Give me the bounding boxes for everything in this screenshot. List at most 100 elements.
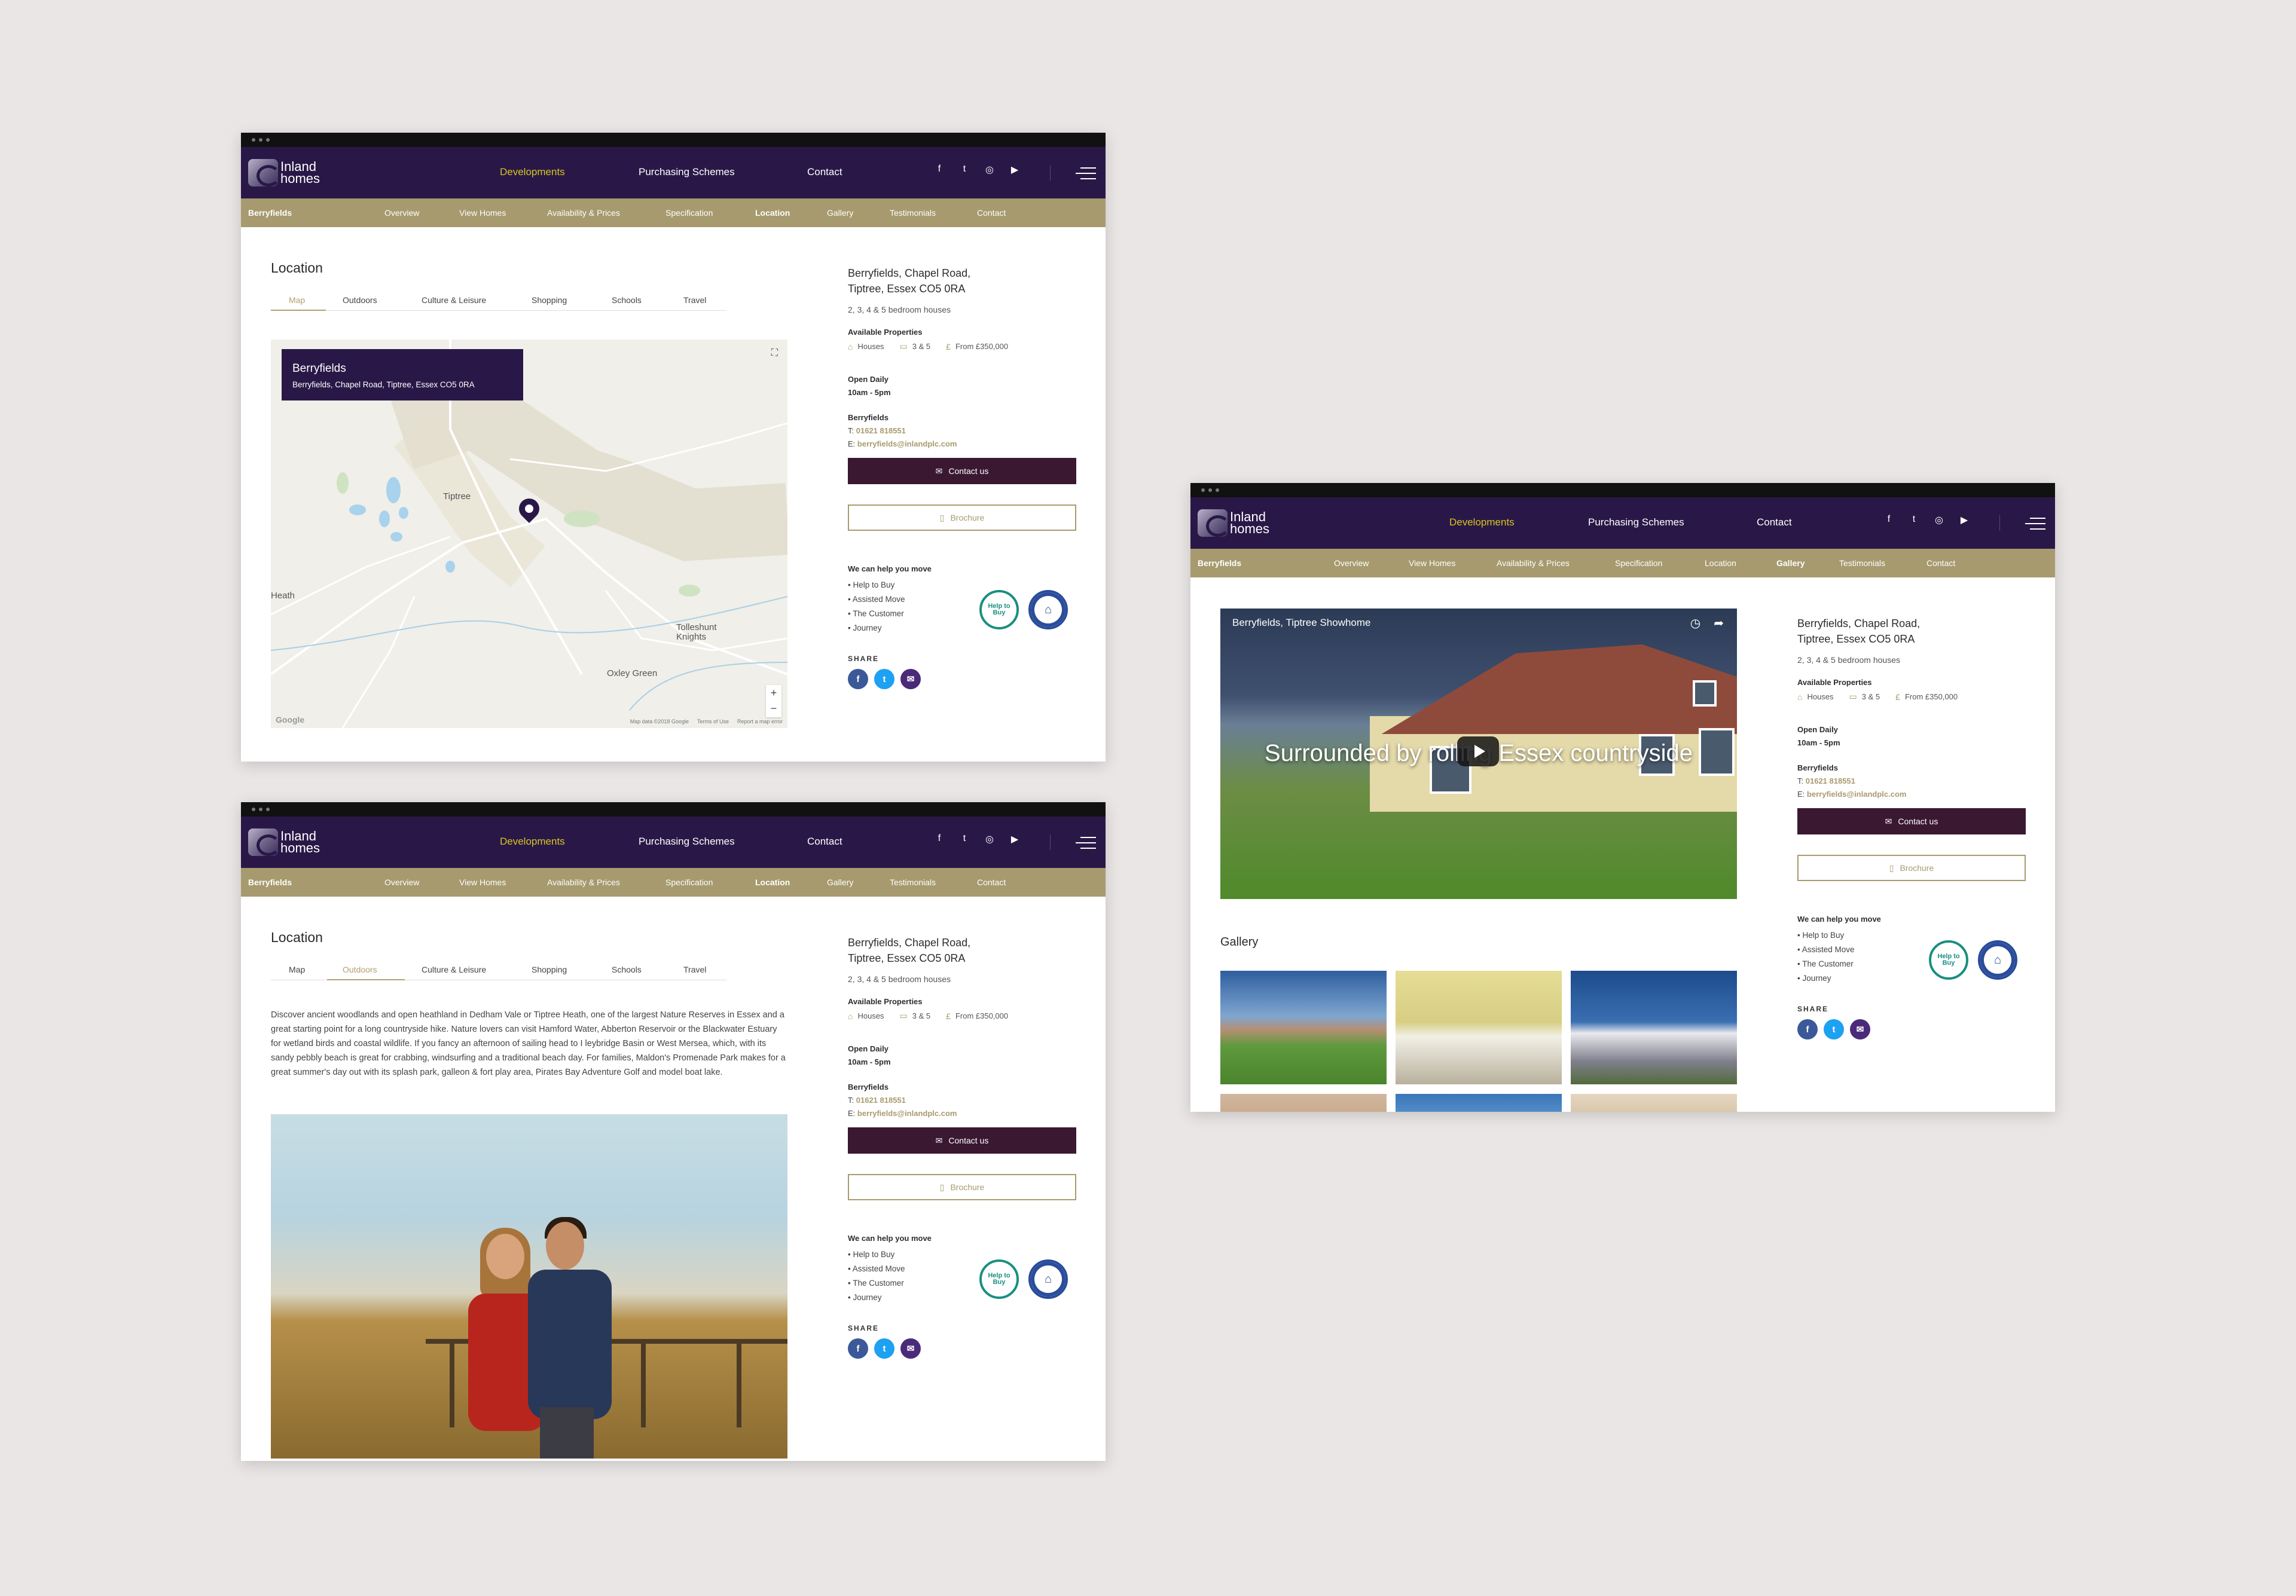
email-link[interactable]: berryfields@inlandplc.com <box>857 1109 957 1118</box>
nav-contact[interactable]: Contact <box>807 166 842 178</box>
subnav-contact[interactable]: Contact <box>977 878 1006 887</box>
tab-schools[interactable]: Schools <box>612 965 642 974</box>
subnav-testimonials[interactable]: Testimonials <box>1839 558 1885 568</box>
nav-purchasing-schemes[interactable]: Purchasing Schemes <box>639 166 735 178</box>
tab-outdoors[interactable]: Outdoors <box>343 965 377 974</box>
tab-shopping[interactable]: Shopping <box>532 965 567 974</box>
youtube-icon[interactable]: ▶ <box>1009 164 1021 176</box>
menu-icon[interactable] <box>1076 837 1096 850</box>
share-facebook-icon[interactable]: f <box>1797 1019 1818 1039</box>
phone-link[interactable]: 01621 818551 <box>856 1096 906 1105</box>
facebook-icon[interactable]: f <box>1883 514 1895 526</box>
gallery-thumb[interactable] <box>1220 1094 1387 1112</box>
facebook-icon[interactable]: f <box>933 164 945 176</box>
contact-us-button[interactable]: ✉ Contact us <box>1797 808 2026 834</box>
tab-map[interactable]: Map <box>289 965 305 974</box>
fullscreen-icon[interactable]: ⛶ <box>771 348 778 359</box>
tab-map[interactable]: Map <box>289 295 305 305</box>
zoom-in-button[interactable]: + <box>766 685 781 701</box>
subnav-gallery[interactable]: Gallery <box>1776 558 1805 568</box>
nav-contact[interactable]: Contact <box>807 836 842 848</box>
subnav-gallery[interactable]: Gallery <box>827 208 853 218</box>
subnav-location[interactable]: Location <box>755 208 790 218</box>
inland-homes-logo[interactable]: Inland homes <box>248 828 332 856</box>
nav-contact[interactable]: Contact <box>1757 516 1792 528</box>
play-icon[interactable] <box>1457 736 1499 766</box>
subnav-overview[interactable]: Overview <box>1334 558 1369 568</box>
gallery-thumb[interactable] <box>1396 1094 1562 1112</box>
help-item[interactable]: Assisted Move <box>848 1262 905 1276</box>
contact-us-button[interactable]: ✉ Contact us <box>848 458 1076 484</box>
subnav-testimonials[interactable]: Testimonials <box>890 208 936 218</box>
subnav-view-homes[interactable]: View Homes <box>459 208 506 218</box>
help-item[interactable]: The Customer <box>848 1276 905 1291</box>
twitter-icon[interactable]: t <box>958 164 970 176</box>
share-facebook-icon[interactable]: f <box>848 669 868 689</box>
nav-developments[interactable]: Developments <box>500 166 565 178</box>
phone-link[interactable]: 01621 818551 <box>1806 776 1855 785</box>
subnav-specification[interactable]: Specification <box>665 878 713 887</box>
share-arrow-icon[interactable]: ➦ <box>1714 616 1724 631</box>
facebook-icon[interactable]: f <box>933 833 945 845</box>
phone-link[interactable]: 01621 818551 <box>856 426 906 435</box>
help-item[interactable]: Assisted Move <box>848 592 905 607</box>
subnav-specification[interactable]: Specification <box>665 208 713 218</box>
twitter-icon[interactable]: t <box>1908 514 1920 526</box>
zoom-out-button[interactable]: − <box>766 701 781 716</box>
subnav-overview[interactable]: Overview <box>384 208 419 218</box>
subnav-gallery[interactable]: Gallery <box>827 878 853 887</box>
share-facebook-icon[interactable]: f <box>848 1338 868 1359</box>
subnav-view-homes[interactable]: View Homes <box>459 878 506 887</box>
showhome-video[interactable]: Berryfields, Tiptree Showhome ◷ ➦ Surrou… <box>1220 609 1737 899</box>
menu-icon[interactable] <box>2025 518 2045 531</box>
subnav-location[interactable]: Location <box>755 878 790 887</box>
subnav-availability[interactable]: Availability & Prices <box>547 208 620 218</box>
subnav-availability[interactable]: Availability & Prices <box>547 878 620 887</box>
share-email-icon[interactable]: ✉ <box>900 669 921 689</box>
nav-purchasing-schemes[interactable]: Purchasing Schemes <box>639 836 735 848</box>
gallery-thumb[interactable] <box>1396 971 1562 1084</box>
help-item[interactable]: Help to Buy <box>848 1248 905 1262</box>
map-terms-link[interactable]: Terms of Use <box>697 718 729 724</box>
instagram-icon[interactable]: ◎ <box>984 164 996 176</box>
subnav-contact[interactable]: Contact <box>1926 558 1955 568</box>
brochure-button[interactable]: ▯ Brochure <box>848 505 1076 531</box>
inland-homes-logo[interactable]: Inland homes <box>1198 509 1281 537</box>
tab-shopping[interactable]: Shopping <box>532 295 567 305</box>
instagram-icon[interactable]: ◎ <box>1933 514 1945 526</box>
location-map[interactable]: Berryfields Berryfields, Chapel Road, Ti… <box>271 340 787 728</box>
help-item[interactable]: The Customer <box>1797 957 1855 971</box>
tab-culture-leisure[interactable]: Culture & Leisure <box>422 295 486 305</box>
share-email-icon[interactable]: ✉ <box>1850 1019 1870 1039</box>
gallery-thumb[interactable] <box>1571 971 1737 1084</box>
help-item[interactable]: Help to Buy <box>848 578 905 592</box>
nav-developments[interactable]: Developments <box>1449 516 1515 528</box>
help-item[interactable]: Assisted Move <box>1797 943 1855 957</box>
subnav-testimonials[interactable]: Testimonials <box>890 878 936 887</box>
twitter-icon[interactable]: t <box>958 833 970 845</box>
contact-us-button[interactable]: ✉ Contact us <box>848 1127 1076 1154</box>
tab-travel[interactable]: Travel <box>683 965 706 974</box>
subnav-specification[interactable]: Specification <box>1615 558 1662 568</box>
subnav-development[interactable]: Berryfields <box>248 878 292 887</box>
tab-schools[interactable]: Schools <box>612 295 642 305</box>
instagram-icon[interactable]: ◎ <box>984 833 996 845</box>
brochure-button[interactable]: ▯ Brochure <box>848 1174 1076 1200</box>
subnav-view-homes[interactable]: View Homes <box>1409 558 1455 568</box>
tab-outdoors[interactable]: Outdoors <box>343 295 377 305</box>
share-email-icon[interactable]: ✉ <box>900 1338 921 1359</box>
share-twitter-icon[interactable]: t <box>874 669 894 689</box>
subnav-location[interactable]: Location <box>1705 558 1736 568</box>
inland-homes-logo[interactable]: Inland homes <box>248 159 332 186</box>
tab-culture-leisure[interactable]: Culture & Leisure <box>422 965 486 974</box>
youtube-icon[interactable]: ▶ <box>1958 514 1970 526</box>
share-twitter-icon[interactable]: t <box>1824 1019 1844 1039</box>
help-item[interactable]: The Customer <box>848 607 905 621</box>
email-link[interactable]: berryfields@inlandplc.com <box>857 439 957 448</box>
nav-developments[interactable]: Developments <box>500 836 565 848</box>
share-twitter-icon[interactable]: t <box>874 1338 894 1359</box>
gallery-thumb[interactable] <box>1571 1094 1737 1112</box>
gallery-thumb[interactable] <box>1220 971 1387 1084</box>
tab-travel[interactable]: Travel <box>683 295 706 305</box>
menu-icon[interactable] <box>1076 167 1096 181</box>
